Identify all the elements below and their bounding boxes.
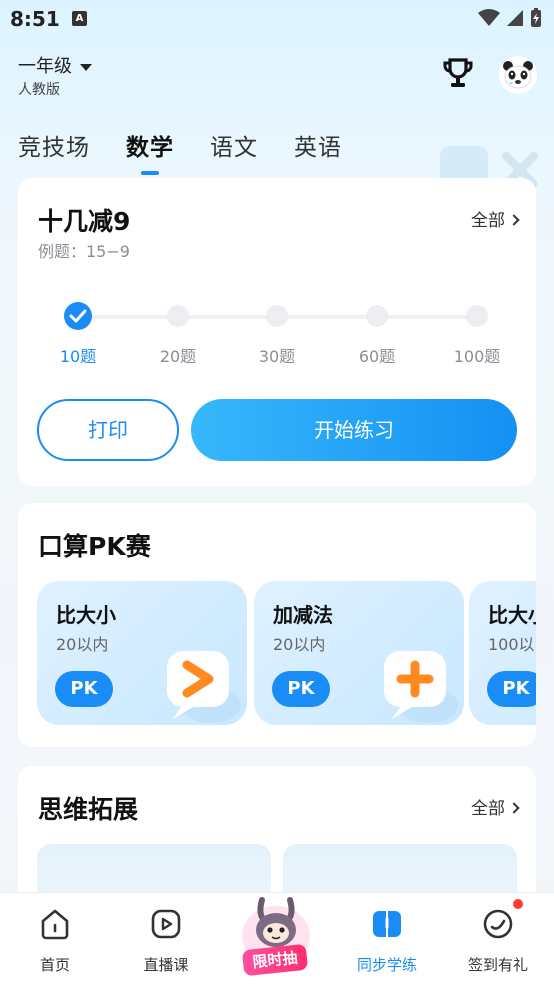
notification-dot [513,899,523,909]
step-label: 10题 [59,347,97,366]
grade-label: 一年级 [18,56,72,77]
pk-badge: PK [55,671,113,707]
home-icon [41,909,69,940]
pk-card-name: 比大小 [56,603,116,627]
nav-label: 签到有礼 [467,956,528,974]
nav-live[interactable]: 直播课 [111,893,221,985]
caret-down-icon [80,63,92,71]
plus-icon [384,651,458,723]
notification-icon: A [72,11,87,26]
pk-card-name: 比大小 [488,603,536,627]
step-20[interactable] [167,305,189,327]
avatar[interactable] [499,56,537,94]
thinking-title: 思维拓展 [38,795,139,824]
practice-title: 十几减9 [38,207,131,236]
tab-english[interactable]: 英语 [294,128,342,162]
nav-sync-study[interactable]: 同步学练 [332,893,442,985]
step-label: 30题 [258,347,296,366]
pk-card[interactable]: 比大小 20以内 PK [37,581,247,725]
nav-home[interactable]: 首页 [0,893,110,985]
pk-badge: PK [487,671,536,707]
step-60[interactable] [366,305,388,327]
pk-card[interactable]: 加减法 20以内 PK [254,581,464,725]
pk-badge: PK [272,671,330,707]
practice-all-link[interactable]: 全部 [471,206,520,231]
wifi-icon [478,9,500,26]
tab-math[interactable]: 数学 [126,128,174,162]
step-label: 20题 [159,347,197,366]
battery-icon [531,8,541,27]
all-label: 全部 [471,799,505,819]
nav-label: 同步学练 [356,956,417,974]
pk-card[interactable]: 比大小 100以内 PK [469,581,536,725]
step-label: 60题 [358,347,396,366]
pk-section: 口算PK赛 比大小 20以内 PK 加减法 20以内 PK 比大 100以 PK [18,503,536,747]
greater-than-icon [167,651,241,723]
pk-section-title: 口算PK赛 [38,532,151,561]
signal-icon [507,10,523,26]
start-practice-button[interactable]: 开始练习 [191,399,517,461]
status-bar: 8:51 A [0,0,554,38]
check-icon [69,309,87,323]
step-label: 100题 [453,347,501,366]
grade-selector[interactable]: 一年级 [18,52,92,78]
play-icon [151,909,181,939]
print-button[interactable]: 打印 [37,399,179,461]
chevron-right-icon [508,214,520,226]
all-label: 全部 [471,211,505,231]
practice-example: 例题：15−9 [38,242,130,261]
nav-label: 直播课 [143,956,189,974]
subject-tabs: 竞技场 数学 语文 英语 [18,128,378,162]
step-10[interactable] [64,302,92,330]
pk-card-range: 100以内 [488,635,536,654]
tab-arena[interactable]: 竞技场 [18,128,90,162]
status-time: 8:51 [10,7,60,31]
book-icon [373,911,401,937]
panda-icon [499,56,537,94]
nav-label: 首页 [39,956,70,974]
pk-card-range: 20以内 [273,635,326,654]
pk-carousel[interactable]: 比大小 20以内 PK 加减法 20以内 PK 比大小 100以内 [37,581,536,727]
trophy-icon[interactable] [441,56,475,90]
textbook-edition: 人教版 [18,82,60,98]
pk-card-name: 加减法 [273,603,333,627]
thinking-all-link[interactable]: 全部 [471,794,520,819]
chevron-right-icon [508,802,520,814]
tab-chinese[interactable]: 语文 [210,128,258,162]
status-icons [478,8,542,28]
practice-card: 十几减9 全部 例题：15−9 10题 20题 30题 60题 100题 打印 … [18,178,536,486]
checkin-icon [483,909,513,939]
step-100[interactable] [466,305,488,327]
pk-card-range: 20以内 [56,635,109,654]
step-30[interactable] [266,305,288,327]
nav-checkin[interactable]: 签到有礼 [443,893,553,985]
